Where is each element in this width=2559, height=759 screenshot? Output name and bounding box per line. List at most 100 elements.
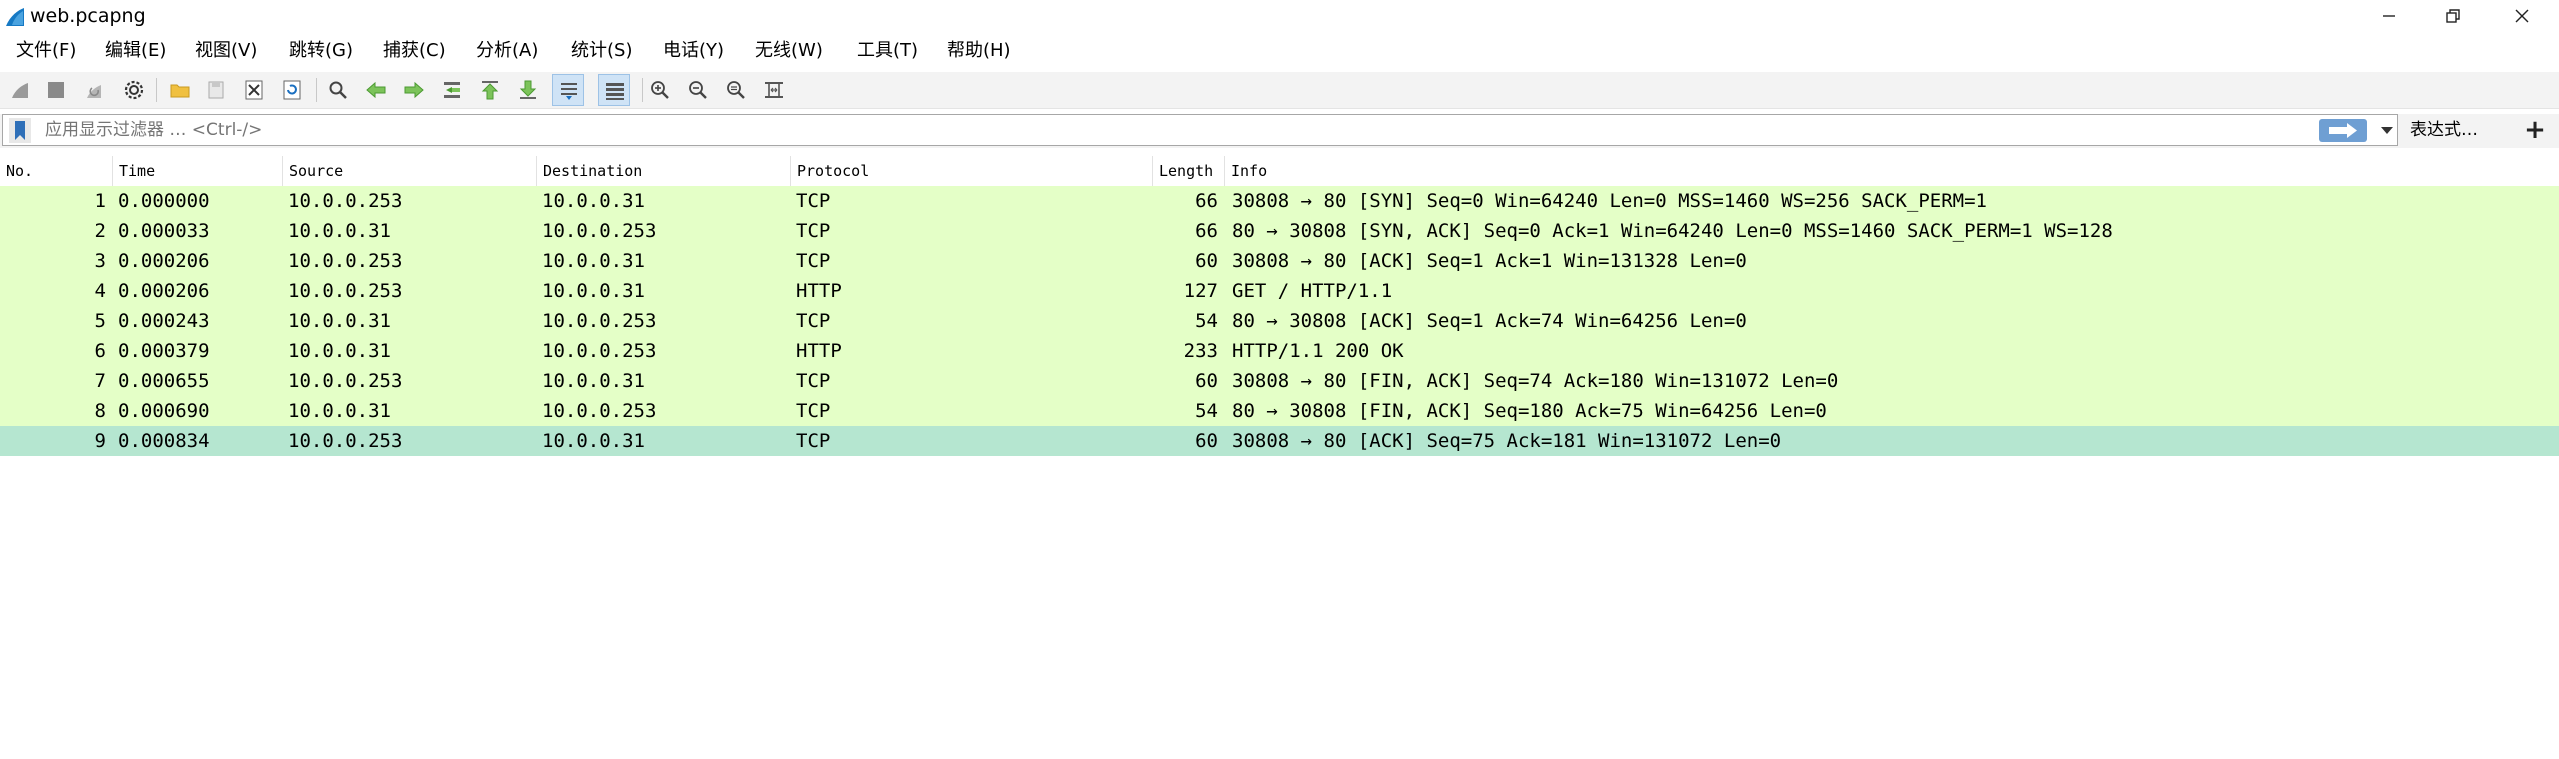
restart-icon [87, 85, 101, 98]
packet-destination: 10.0.0.31 [542, 280, 645, 302]
packet-number: 4 [94, 280, 106, 302]
restart-capture-button[interactable] [78, 74, 110, 106]
packet-length: 66 [1195, 190, 1218, 212]
column-header-no[interactable]: No. [0, 156, 112, 186]
arrow-right-icon [2329, 123, 2357, 138]
packet-destination: 10.0.0.253 [542, 400, 657, 422]
chevron-down-icon[interactable] [2378, 120, 2396, 140]
apply-filter-button[interactable] [2319, 119, 2367, 142]
packet-row[interactable]: 8 0.000690 10.0.0.31 10.0.0.253 TCP 54 80 → 30… [0, 396, 2559, 426]
menu-edit[interactable]: 编辑(E) [105, 39, 166, 63]
capture-options-button[interactable] [118, 74, 150, 106]
minimize-button[interactable] [2357, 0, 2421, 32]
packet-source: 10.0.0.253 [288, 370, 403, 392]
packet-destination: 10.0.0.253 [542, 340, 657, 362]
open-file-button[interactable] [164, 74, 196, 106]
menu-telephony[interactable]: 电话(Y) [663, 39, 724, 63]
autoscroll-icon [561, 83, 577, 100]
packet-destination: 10.0.0.31 [542, 370, 645, 392]
packet-destination: 10.0.0.253 [542, 220, 657, 242]
packet-destination: 10.0.0.31 [542, 250, 645, 272]
reload-file-button[interactable] [276, 74, 308, 106]
menu-capture[interactable]: 捕获(C) [383, 39, 446, 63]
zoom-reset-icon [727, 81, 745, 99]
packet-length: 60 [1195, 250, 1218, 272]
go-back-button[interactable] [360, 74, 392, 106]
packet-source: 10.0.0.253 [288, 250, 403, 272]
menu-help[interactable]: 帮助(H) [947, 39, 1011, 63]
packet-time: 0.000033 [118, 220, 210, 242]
normal-size-button[interactable] [720, 74, 752, 106]
packet-protocol: TCP [796, 400, 831, 422]
packet-source: 10.0.0.253 [288, 190, 403, 212]
gear-icon [124, 80, 144, 100]
resize-columns-button[interactable] [758, 74, 790, 106]
packet-info: 30808 → 80 [ACK] Seq=75 Ack=181 Win=1310… [1232, 430, 1782, 452]
packet-row[interactable]: 5 0.000243 10.0.0.31 10.0.0.253 TCP 54 80 → 30… [0, 306, 2559, 336]
packet-row[interactable]: 4 0.000206 10.0.0.253 10.0.0.31 HTTP 127 GET /… [0, 276, 2559, 306]
find-packet-button[interactable] [322, 74, 354, 106]
packet-row[interactable]: 6 0.000379 10.0.0.31 10.0.0.253 HTTP 233 HTTP/… [0, 336, 2559, 366]
restore-button[interactable] [2421, 0, 2485, 32]
packet-row[interactable]: 1 0.000000 10.0.0.253 10.0.0.31 TCP 66 30808 →… [0, 186, 2559, 216]
packet-length: 60 [1195, 370, 1218, 392]
column-header-destination[interactable]: Destination [536, 156, 790, 186]
packet-time: 0.000834 [118, 430, 210, 452]
column-header-info[interactable]: Info [1224, 156, 2559, 186]
expression-button[interactable]: 表达式… [2410, 114, 2478, 146]
column-header-length[interactable]: Length [1152, 156, 1224, 186]
add-filter-button[interactable]: + [2520, 114, 2550, 146]
packet-info: 80 → 30808 [ACK] Seq=1 Ack=74 Win=64256 … [1232, 310, 1747, 332]
go-last-button[interactable] [512, 74, 544, 106]
arrow-up-icon [481, 81, 499, 100]
packet-row[interactable]: 9 0.000834 10.0.0.253 10.0.0.31 TCP 60 30808 →… [0, 426, 2559, 456]
close-file-button[interactable] [238, 74, 270, 106]
packet-protocol: HTTP [796, 340, 842, 362]
menu-tools[interactable]: 工具(T) [857, 39, 918, 63]
packet-time: 0.000655 [118, 370, 210, 392]
packet-row[interactable]: 3 0.000206 10.0.0.253 10.0.0.31 TCP 60 30808 →… [0, 246, 2559, 276]
bookmark-icon[interactable] [9, 118, 31, 143]
go-forward-button[interactable] [398, 74, 430, 106]
packet-info: GET / HTTP/1.1 [1232, 280, 1393, 302]
packet-row[interactable]: 2 0.000033 10.0.0.31 10.0.0.253 TCP 66 80 → 30… [0, 216, 2559, 246]
packet-source: 10.0.0.253 [288, 280, 403, 302]
column-header-source[interactable]: Source [282, 156, 536, 186]
display-filter-box [2, 114, 2398, 146]
packet-source: 10.0.0.31 [288, 400, 391, 422]
packet-time: 0.000206 [118, 280, 210, 302]
packet-number: 3 [94, 250, 106, 272]
stop-capture-button[interactable] [40, 74, 72, 106]
packet-time: 0.000690 [118, 400, 210, 422]
go-first-button[interactable] [474, 74, 506, 106]
column-header-time[interactable]: Time [112, 156, 282, 186]
close-icon [2515, 9, 2529, 23]
zoom-out-button[interactable] [682, 74, 714, 106]
menu-analyze[interactable]: 分析(A) [476, 39, 538, 63]
go-to-packet-button[interactable] [436, 74, 468, 106]
window-title: web.pcapng [30, 5, 146, 27]
packet-row[interactable]: 7 0.000655 10.0.0.253 10.0.0.31 TCP 60 30808 →… [0, 366, 2559, 396]
packet-protocol: TCP [796, 430, 831, 452]
colorize-button[interactable] [598, 74, 630, 106]
packet-info: 30808 → 80 [FIN, ACK] Seq=74 Ack=180 Win… [1232, 370, 1839, 392]
menu-statistics[interactable]: 统计(S) [571, 39, 632, 63]
close-button[interactable] [2490, 0, 2554, 32]
packet-length: 60 [1195, 430, 1218, 452]
menu-wireless[interactable]: 无线(W) [755, 39, 823, 63]
zoom-in-button[interactable] [644, 74, 676, 106]
zoom-in-icon [651, 81, 669, 99]
start-capture-button[interactable] [4, 74, 36, 106]
column-header-protocol[interactable]: Protocol [790, 156, 1152, 186]
display-filter-input[interactable] [45, 115, 2295, 145]
search-icon [329, 81, 347, 99]
menu-view[interactable]: 视图(V) [195, 39, 257, 63]
auto-scroll-button[interactable] [552, 74, 584, 106]
packet-length: 54 [1195, 310, 1218, 332]
menu-bar: 文件(F) 编辑(E) 视图(V) 跳转(G) 捕获(C) 分析(A) 统计(S… [0, 34, 2559, 68]
menu-file[interactable]: 文件(F) [16, 39, 76, 63]
main-toolbar [0, 72, 2559, 109]
zoom-out-icon [689, 81, 707, 99]
save-file-button[interactable] [200, 74, 232, 106]
menu-go[interactable]: 跳转(G) [289, 39, 353, 63]
